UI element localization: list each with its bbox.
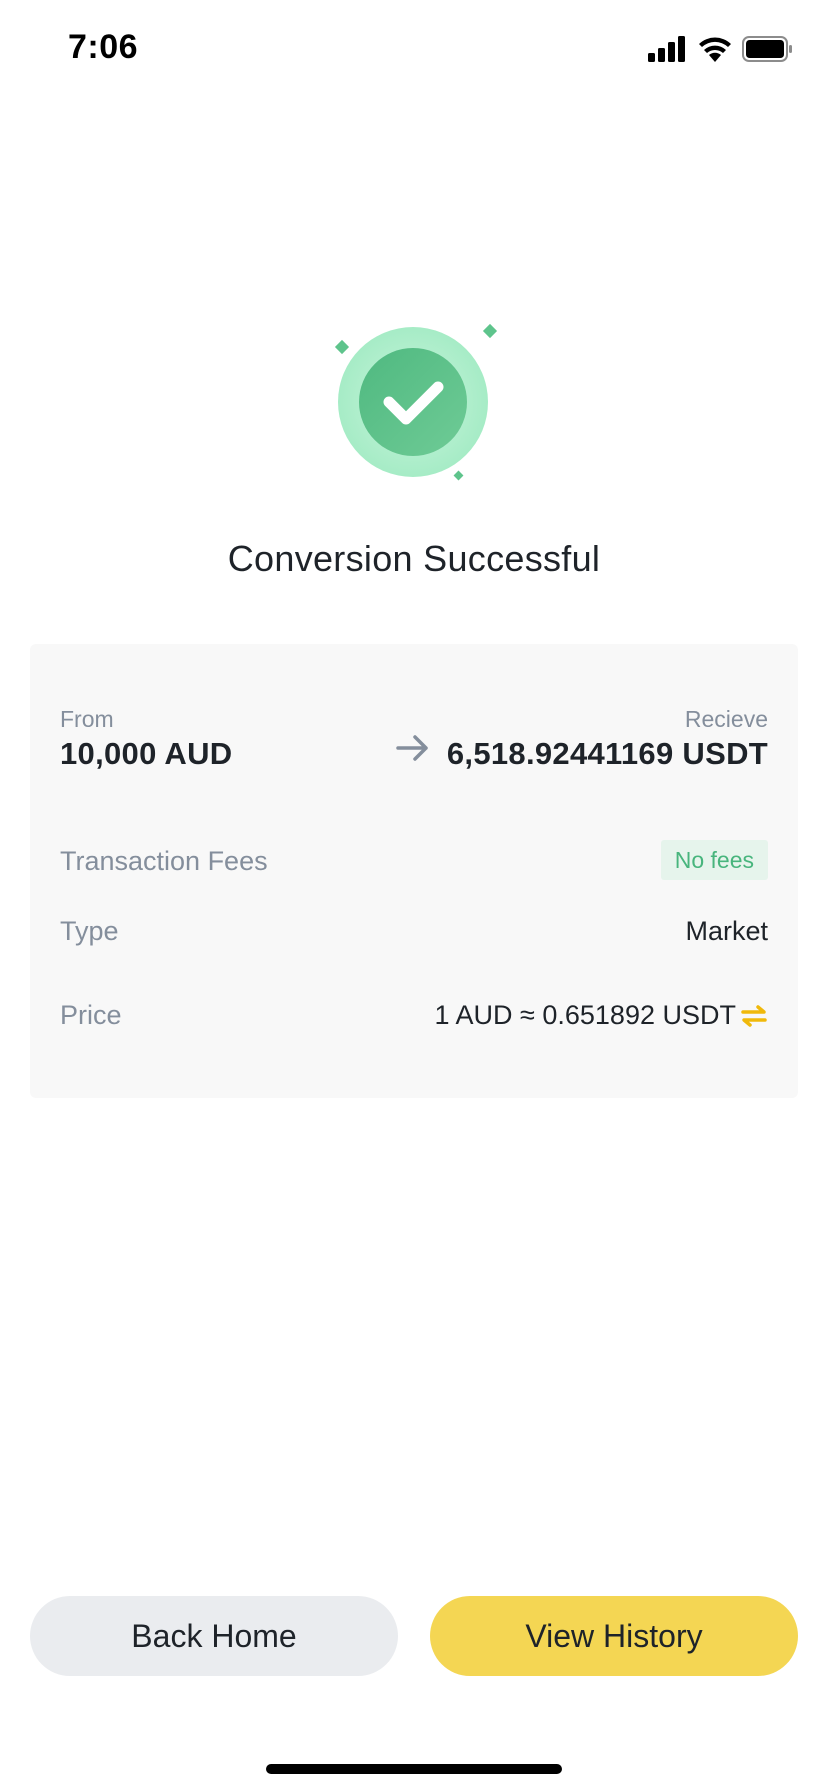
type-label: Type: [60, 916, 119, 946]
status-icons: [648, 34, 794, 64]
swap-rate-icon[interactable]: [740, 1004, 768, 1028]
type-value: Market: [685, 916, 768, 946]
status-bar: 7:06: [0, 0, 828, 100]
receive-amount: 6,518.92441169 USDT: [446, 736, 768, 771]
wifi-icon: [699, 37, 731, 62]
battery-icon: [742, 36, 792, 62]
arrow-right-icon: [396, 735, 428, 761]
price-row: 1 AUD ≈ 0.651892 USDT: [435, 1000, 768, 1031]
conversion-details-card: From 10,000 AUD Recieve 6,518.92441169 U…: [30, 644, 798, 1098]
no-fees-badge: No fees: [660, 840, 768, 880]
price-value: 1 AUD ≈ 0.651892 USDT: [434, 1000, 736, 1030]
view-history-button[interactable]: View History: [430, 1596, 798, 1676]
success-hero: [0, 310, 828, 490]
back-home-button[interactable]: Back Home: [30, 1596, 398, 1676]
price-label: Price: [60, 1000, 122, 1030]
home-indicator[interactable]: [266, 1764, 562, 1774]
receive-label: Recieve: [684, 706, 768, 732]
signal-icon: [648, 36, 685, 62]
success-check-icon: [334, 323, 498, 481]
status-time: 7:06: [68, 28, 139, 66]
transaction-fees-label: Transaction Fees: [60, 846, 268, 876]
page-title: Conversion Successful: [227, 538, 601, 579]
from-label: From: [60, 706, 114, 732]
from-amount: 10,000 AUD: [60, 736, 233, 771]
